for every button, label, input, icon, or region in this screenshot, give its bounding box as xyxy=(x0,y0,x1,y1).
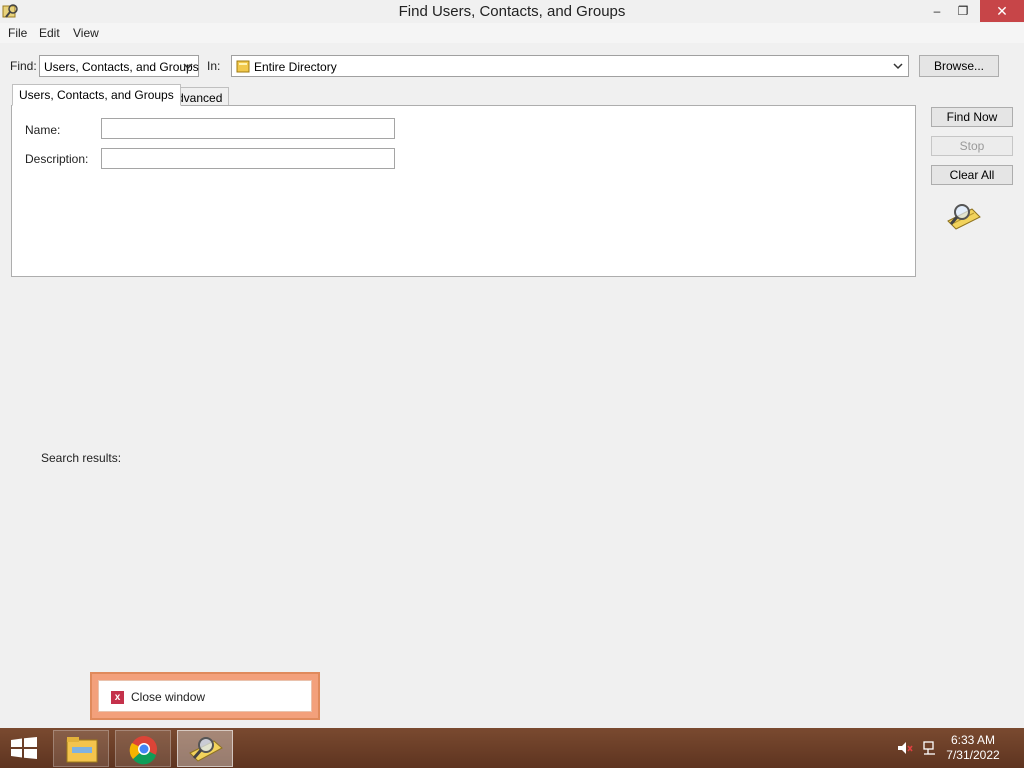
stop-button[interactable]: Stop xyxy=(931,136,1013,156)
chevron-down-icon xyxy=(183,63,193,70)
clear-all-button[interactable]: Clear All xyxy=(931,165,1013,185)
name-label: Name: xyxy=(25,123,61,137)
name-input[interactable] xyxy=(101,118,395,139)
description-input[interactable] xyxy=(101,148,395,169)
browse-button[interactable]: Browse... xyxy=(919,55,999,77)
in-location-value: Entire Directory xyxy=(254,60,337,74)
in-location-select[interactable]: Entire Directory xyxy=(231,55,909,77)
chrome-icon xyxy=(129,736,157,765)
close-button[interactable]: ✕ xyxy=(980,0,1024,22)
find-label: Find: xyxy=(10,59,37,73)
directory-icon xyxy=(236,60,250,73)
taskbar-chrome[interactable] xyxy=(115,730,171,767)
taskbar-file-explorer[interactable] xyxy=(53,730,109,767)
title-bar: Find Users, Contacts, and Groups – ❐ ✕ xyxy=(0,0,1024,23)
menu-view[interactable]: View xyxy=(73,26,99,40)
menu-file[interactable]: File xyxy=(8,26,27,40)
toast-text: Close window xyxy=(131,690,206,704)
system-clock[interactable]: 6:33 AM 7/31/2022 xyxy=(938,733,1008,763)
search-animation-icon xyxy=(947,204,981,230)
description-label: Description: xyxy=(25,152,89,166)
chevron-down-icon xyxy=(893,63,903,70)
taskbar: 6:33 AM 7/31/2022 xyxy=(0,728,1024,768)
maximize-button[interactable]: ❐ xyxy=(951,0,975,22)
find-type-select[interactable]: Users, Contacts, and Groups xyxy=(39,55,199,77)
close-window-toast[interactable]: x Close window xyxy=(90,672,320,720)
clock-date: 7/31/2022 xyxy=(946,748,1000,762)
toast-body[interactable]: x Close window xyxy=(98,680,312,712)
minimize-button[interactable]: – xyxy=(925,0,949,22)
network-icon[interactable] xyxy=(922,740,938,756)
find-users-icon xyxy=(189,737,223,762)
window-title: Find Users, Contacts, and Groups xyxy=(398,3,626,20)
in-label: In: xyxy=(207,59,221,73)
clock-time: 6:33 AM xyxy=(950,733,996,747)
x-icon: x xyxy=(111,691,124,704)
menu-edit[interactable]: Edit xyxy=(39,26,60,40)
find-type-value: Users, Contacts, and Groups xyxy=(44,60,199,74)
windows-start-icon[interactable] xyxy=(10,737,38,759)
taskbar-find-users[interactable] xyxy=(177,730,233,767)
menu-bar: File Edit View xyxy=(0,23,1024,43)
file-explorer-icon xyxy=(66,737,98,763)
find-now-button[interactable]: Find Now xyxy=(931,107,1013,127)
tab-users-contacts-groups[interactable]: Users, Contacts, and Groups xyxy=(12,84,181,106)
search-results-label: Search results: xyxy=(41,451,122,465)
volume-muted-icon[interactable] xyxy=(897,740,913,756)
